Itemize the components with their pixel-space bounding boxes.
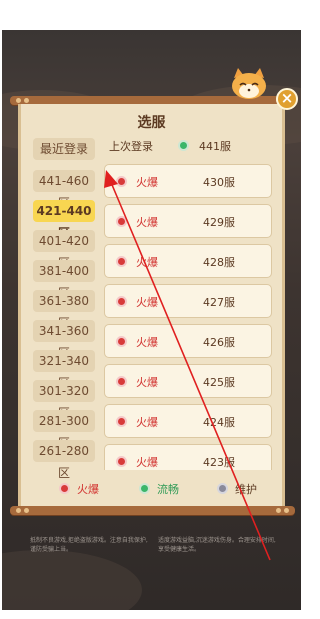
server-name: 424服 xyxy=(203,416,235,429)
server-name: 429服 xyxy=(203,216,235,229)
server-status: 火爆 xyxy=(136,296,158,309)
zone-381-400[interactable]: 381-400区 xyxy=(33,260,95,300)
dialog-title: 选服 xyxy=(137,115,166,131)
legend-smooth-label: 流畅 xyxy=(157,483,179,496)
server-select-panel: 选服 最近登录 441-460区 421-440区 401-420区 381-4… xyxy=(18,104,285,506)
cat-mascot-icon xyxy=(232,68,266,99)
server-status: 火爆 xyxy=(136,416,158,429)
bottom-bar xyxy=(0,610,303,619)
server-name: 425服 xyxy=(203,376,235,389)
status-legend: 火爆 流畅 维护 xyxy=(21,478,282,500)
zone-421-440[interactable]: 421-440区 xyxy=(33,200,95,240)
zone-341-360[interactable]: 341-360区 xyxy=(33,320,95,360)
server-name: 423服 xyxy=(203,456,235,469)
zone-recent[interactable]: 最近登录 xyxy=(33,138,95,160)
status-hot-icon xyxy=(116,416,127,427)
server-status: 火爆 xyxy=(136,376,158,389)
server-status: 火爆 xyxy=(136,456,158,469)
server-name: 427服 xyxy=(203,296,235,309)
health-notice-right: 适度游戏益脑,沉迷游戏伤身。合理安排时间,享受健康生活。 xyxy=(158,537,276,553)
zone-441-460[interactable]: 441-460区 xyxy=(33,170,95,210)
server-name: 430服 xyxy=(203,176,235,189)
zone-361-380[interactable]: 361-380区 xyxy=(33,290,95,330)
server-item[interactable]: 火爆 430服 xyxy=(104,164,272,198)
server-item[interactable]: 火爆 427服 xyxy=(104,284,272,318)
status-smooth-icon xyxy=(178,140,189,151)
server-item[interactable]: 火爆 425服 xyxy=(104,364,272,398)
zone-281-300[interactable]: 281-300区 xyxy=(33,410,95,450)
server-status: 火爆 xyxy=(136,336,158,349)
server-item[interactable]: 火爆 424服 xyxy=(104,404,272,438)
status-hot-icon xyxy=(116,456,127,467)
zone-401-420[interactable]: 401-420区 xyxy=(33,230,95,270)
status-smooth-icon xyxy=(139,483,150,494)
health-notice-left: 抵制不良游戏,拒绝盗版游戏。注意自我保护,谨防受骗上当。 xyxy=(30,537,148,553)
last-login-server[interactable]: 441服 xyxy=(199,138,231,154)
zone-261-280[interactable]: 261-280区 xyxy=(33,440,95,480)
legend-maintenance-label: 维护 xyxy=(235,483,257,496)
status-maintenance-icon xyxy=(217,483,228,494)
legend-hot-label: 火爆 xyxy=(77,483,99,496)
server-name: 426服 xyxy=(203,336,235,349)
status-hot-icon xyxy=(116,256,127,267)
status-hot-icon xyxy=(116,216,127,227)
last-login-label: 上次登录 xyxy=(109,140,153,153)
server-item[interactable]: 火爆 423服 xyxy=(104,444,272,470)
zone-321-340[interactable]: 321-340区 xyxy=(33,350,95,390)
status-hot-icon xyxy=(116,176,127,187)
status-hot-icon xyxy=(116,376,127,387)
status-hot-icon xyxy=(116,336,127,347)
server-list: 火爆 430服 火爆 429服 火爆 428服 火爆 427服 火爆 426服 … xyxy=(104,164,274,470)
zone-301-320[interactable]: 301-320区 xyxy=(33,380,95,420)
scroll-rod-bottom xyxy=(10,506,295,515)
status-hot-icon xyxy=(59,483,70,494)
close-button[interactable]: × xyxy=(276,88,298,110)
server-item[interactable]: 火爆 426服 xyxy=(104,324,272,358)
status-hot-icon xyxy=(116,296,127,307)
server-item[interactable]: 火爆 428服 xyxy=(104,244,272,278)
server-status: 火爆 xyxy=(136,256,158,269)
server-item[interactable]: 火爆 429服 xyxy=(104,204,272,238)
server-name: 428服 xyxy=(203,256,235,269)
server-status: 火爆 xyxy=(136,176,158,189)
top-bar xyxy=(0,0,303,30)
server-status: 火爆 xyxy=(136,216,158,229)
